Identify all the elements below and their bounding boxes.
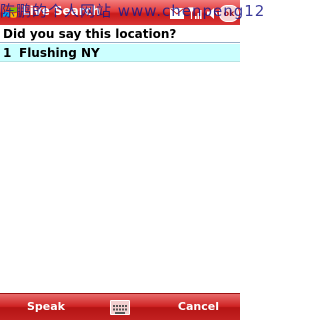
mail-icon[interactable] (170, 7, 184, 19)
result-label: Flushing NY (19, 45, 100, 60)
start-flag-icon[interactable] (2, 4, 18, 20)
keyboard-icon[interactable] (110, 300, 130, 315)
status-icons (170, 5, 218, 21)
app-title: Live Search (22, 4, 101, 18)
title-bar: Live Search ok (0, 0, 240, 25)
ok-button[interactable]: ok (219, 5, 239, 22)
speaker-icon[interactable] (206, 7, 218, 20)
speak-softkey[interactable]: Speak (27, 294, 65, 320)
list-item[interactable]: 1 Flushing NY (0, 44, 240, 62)
result-number: 1 (3, 45, 12, 60)
divider (0, 42, 240, 43)
antenna-icon[interactable] (188, 6, 202, 20)
prompt-heading: Did you say this location? (3, 27, 177, 41)
results-list: 1 Flushing NY (0, 44, 240, 62)
cancel-softkey[interactable]: Cancel (178, 294, 219, 320)
softkey-bar: Speak Cancel (0, 293, 240, 320)
